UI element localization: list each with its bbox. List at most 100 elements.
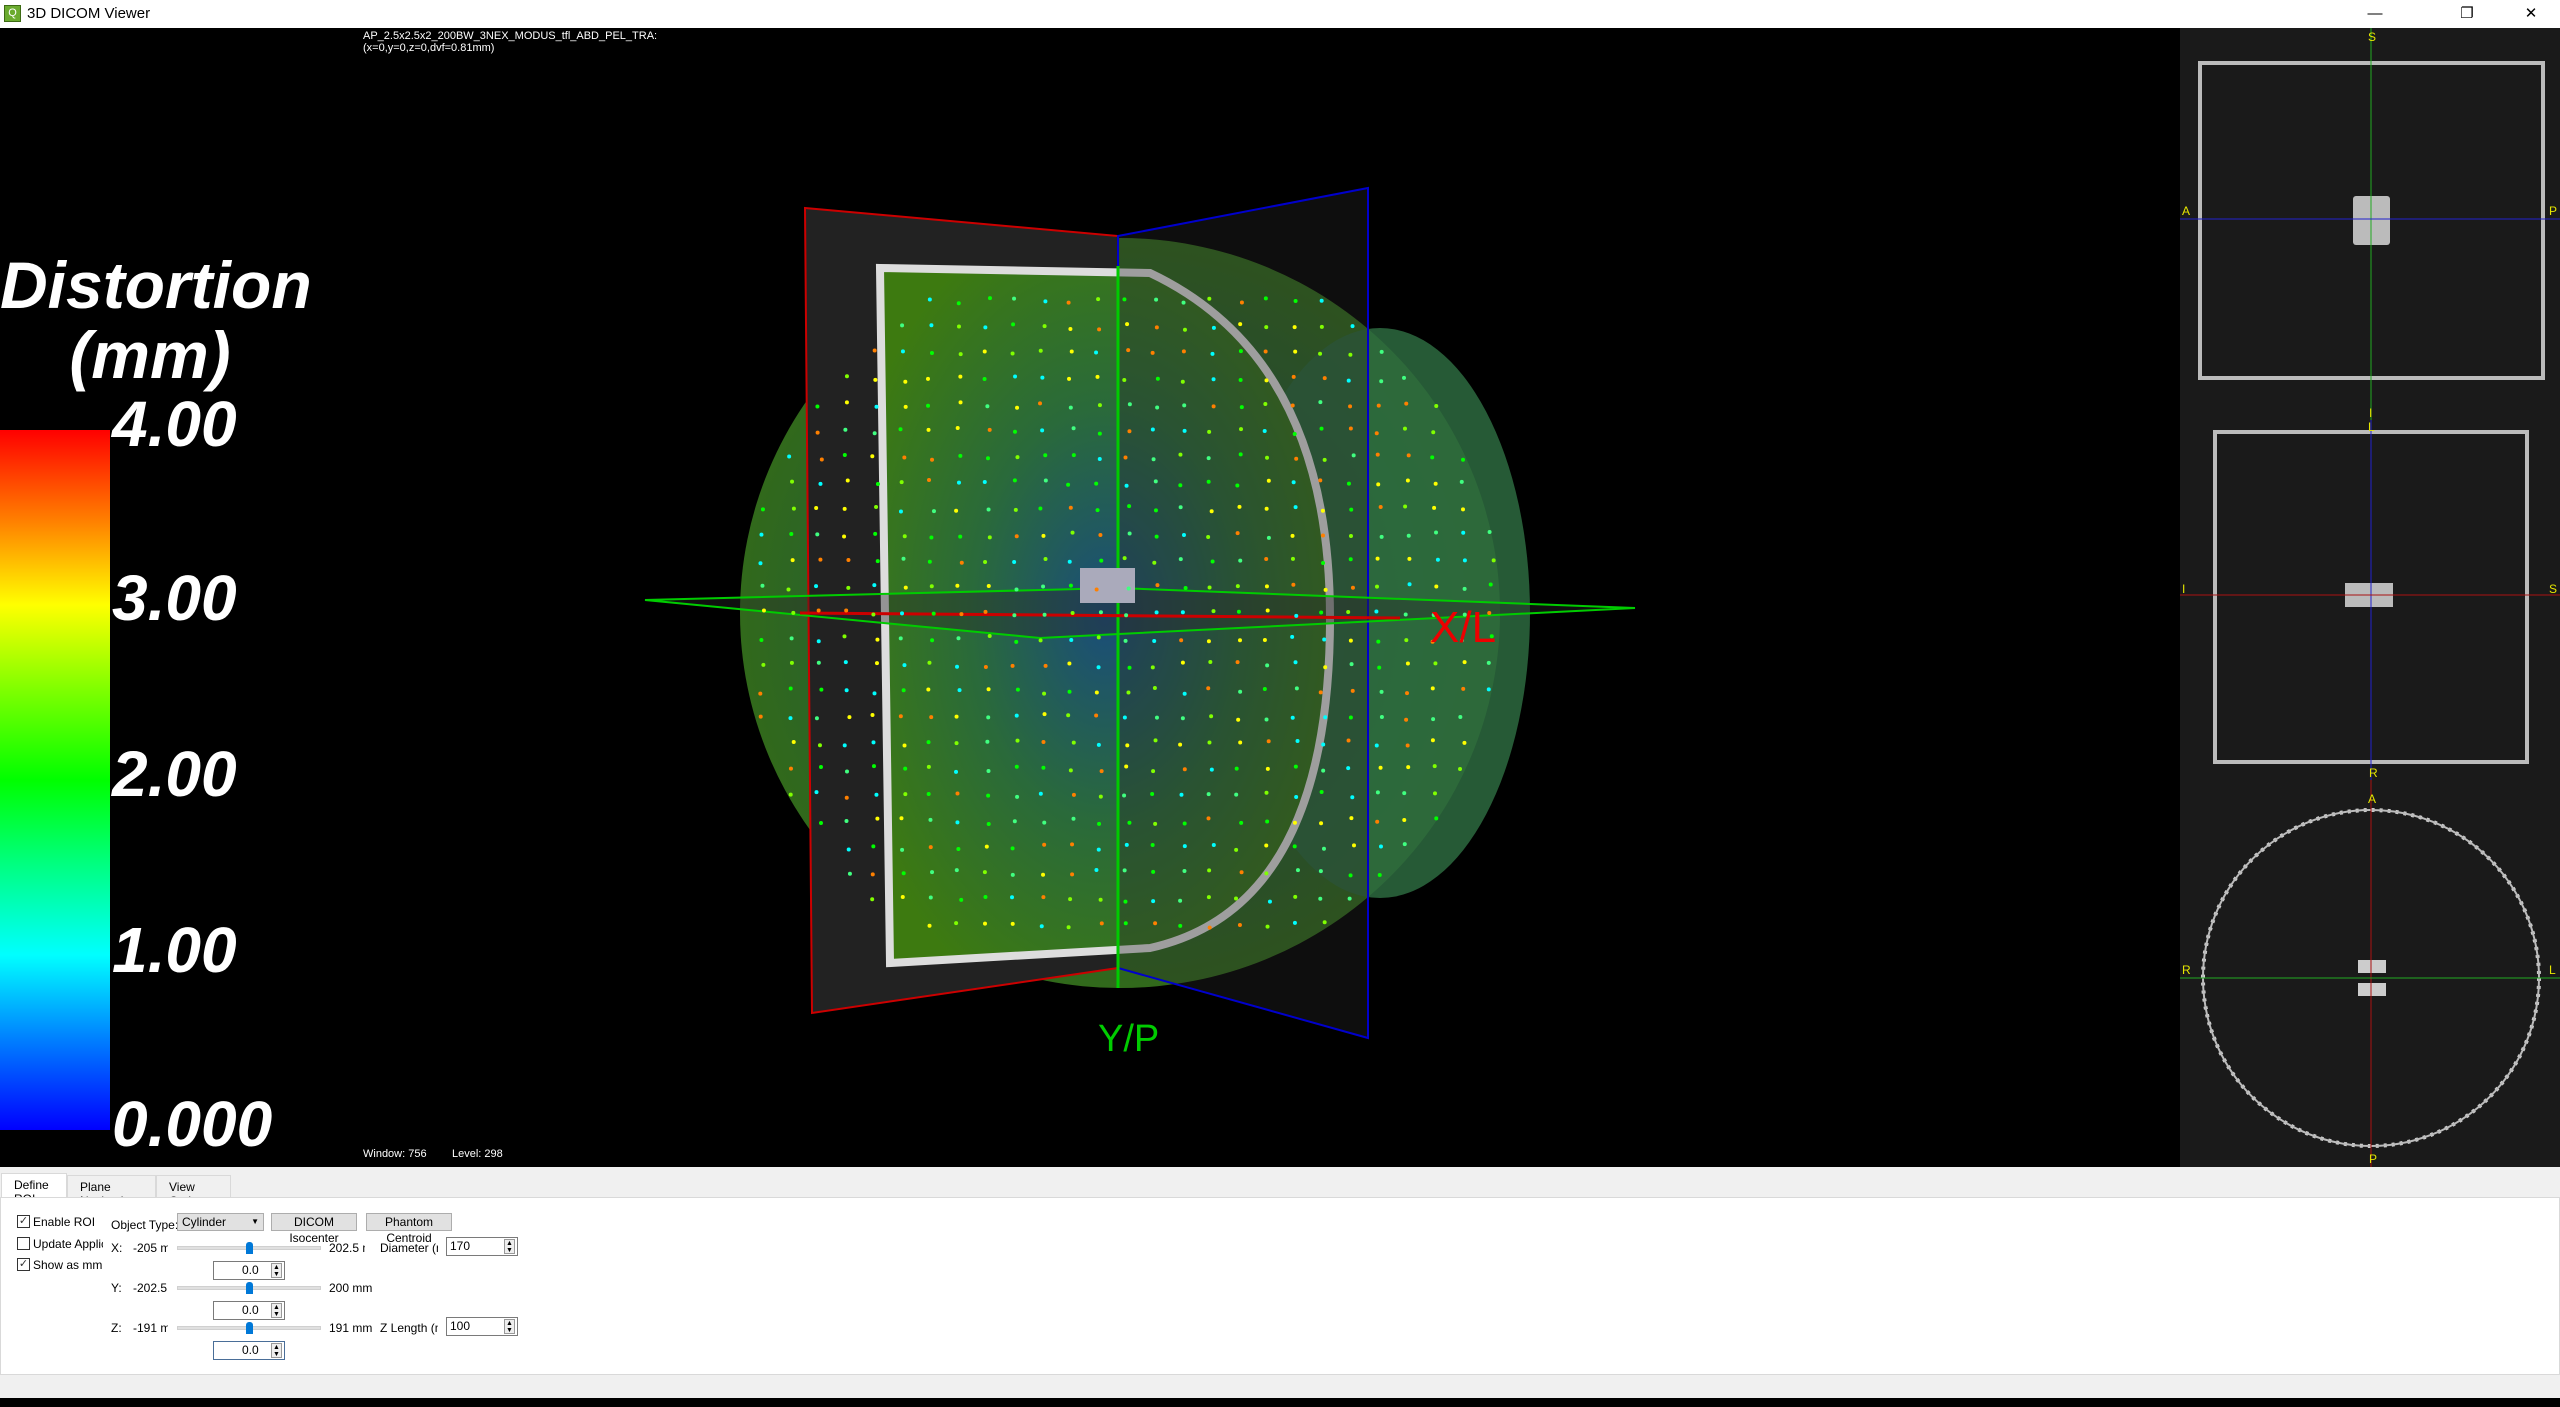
z-length-label: Z Length (mm <box>380 1321 438 1335</box>
control-point <box>814 790 819 795</box>
x-value-spinbox[interactable]: 0.0 ▲ ▼ <box>213 1261 285 1280</box>
control-point <box>1071 740 1076 745</box>
control-point <box>1435 557 1440 562</box>
control-point <box>1234 766 1239 771</box>
control-point <box>1238 689 1243 694</box>
control-point <box>1010 846 1015 851</box>
control-point <box>1038 401 1043 406</box>
control-point <box>1012 296 1017 301</box>
control-point <box>1155 376 1160 381</box>
orientation-label: L <box>2549 963 2556 977</box>
y-slider-thumb[interactable] <box>246 1282 253 1294</box>
orientation-label: R <box>2369 766 2378 780</box>
control-point <box>1182 327 1187 332</box>
dicom-isocenter-button[interactable]: DICOM Isocenter <box>271 1213 357 1245</box>
control-point <box>955 664 960 669</box>
z-slider-thumb[interactable] <box>246 1322 253 1334</box>
control-point <box>1069 349 1074 354</box>
control-point <box>1206 792 1211 797</box>
control-point <box>1042 324 1047 329</box>
legend-tick: 3.00 <box>112 562 237 634</box>
control-point <box>1178 505 1183 510</box>
control-point <box>1150 350 1155 355</box>
orientation-label: A <box>2182 204 2191 218</box>
control-point <box>1237 923 1242 928</box>
legend-tick: 1.00 <box>112 914 237 986</box>
tab-plane-navigation[interactable]: Plane Navigation <box>67 1175 156 1208</box>
control-point <box>1266 739 1271 744</box>
update-application-checkbox[interactable] <box>17 1237 30 1250</box>
spin-arrows-icon[interactable]: ▲ ▼ <box>271 1343 282 1358</box>
control-point <box>1152 638 1157 643</box>
control-point <box>1122 378 1127 383</box>
control-point <box>870 872 875 877</box>
spin-arrows-icon[interactable]: ▲ ▼ <box>271 1303 282 1318</box>
control-point <box>1211 377 1216 382</box>
spin-arrows-icon[interactable]: ▲ ▼ <box>504 1319 515 1334</box>
orientation-label: I <box>2369 406 2373 420</box>
control-point <box>1376 403 1381 408</box>
control-point <box>761 662 766 667</box>
spin-arrows-icon[interactable]: ▲ ▼ <box>504 1239 515 1254</box>
control-point <box>1379 379 1384 384</box>
control-point <box>1462 740 1467 745</box>
axial-view[interactable]: A R L P <box>2180 780 2560 1167</box>
z-length-spinbox[interactable]: 100 ▲ ▼ <box>446 1317 518 1336</box>
control-point <box>1346 766 1351 771</box>
control-point <box>815 532 820 537</box>
control-point <box>983 894 988 899</box>
control-point <box>1097 431 1102 436</box>
control-point <box>1237 504 1242 509</box>
restore-button[interactable]: ❐ <box>2444 0 2490 28</box>
control-point <box>958 453 963 458</box>
control-point <box>1462 586 1467 591</box>
control-point <box>1319 821 1324 826</box>
control-point <box>987 634 992 639</box>
show-as-mm-checkbox[interactable]: ✓ <box>17 1258 30 1271</box>
control-point <box>1348 534 1353 539</box>
3d-viewport[interactable]: AP_2.5x2.5x2_200BW_3NEX_MODUS_tfl_ABD_PE… <box>0 28 2180 1167</box>
control-point <box>986 507 991 512</box>
control-point <box>1041 872 1046 877</box>
control-point <box>870 454 875 459</box>
control-point <box>1123 899 1128 904</box>
control-point <box>1461 686 1466 691</box>
tab-define-roi[interactable]: Define ROI <box>1 1173 67 1206</box>
control-point <box>1375 556 1380 561</box>
control-point <box>1122 297 1127 302</box>
control-point <box>1374 743 1379 748</box>
close-button[interactable]: ✕ <box>2508 0 2554 28</box>
control-point <box>986 715 991 720</box>
sagittal-view[interactable]: S A P I <box>2180 28 2560 420</box>
phantom-centroid-button[interactable]: Phantom Centroid <box>366 1213 452 1245</box>
control-point <box>1097 456 1102 461</box>
z-value-spinbox[interactable]: 0.0 ▲ ▼ <box>213 1341 285 1360</box>
tab-view-options[interactable]: View Options <box>156 1175 231 1208</box>
control-point <box>1183 585 1188 590</box>
minimize-button[interactable]: — <box>2352 0 2398 28</box>
control-point <box>846 585 851 590</box>
enable-roi-checkbox[interactable]: ✓ <box>17 1215 30 1228</box>
control-point <box>1150 792 1155 797</box>
control-point <box>1071 792 1076 797</box>
control-point <box>1123 455 1128 460</box>
control-point <box>1123 638 1128 643</box>
control-point <box>1292 920 1297 925</box>
diameter-spinbox[interactable]: 170 ▲ ▼ <box>446 1237 518 1256</box>
spin-arrows-icon[interactable]: ▲ ▼ <box>271 1263 282 1278</box>
control-point <box>1178 898 1183 903</box>
y-value-spinbox[interactable]: 0.0 ▲ ▼ <box>213 1301 285 1320</box>
control-point <box>1127 402 1132 407</box>
update-application-label: Update Applicatic <box>33 1237 103 1251</box>
object-type-select[interactable]: Cylinder ▼ <box>177 1213 264 1231</box>
control-point <box>817 743 822 748</box>
control-point <box>898 714 903 719</box>
control-point <box>1066 925 1071 930</box>
coronal-view[interactable]: L I S R <box>2180 420 2560 780</box>
control-point <box>1181 532 1186 537</box>
control-point <box>1238 558 1243 563</box>
control-point <box>1239 820 1244 825</box>
control-point <box>1013 507 1018 512</box>
x-slider-thumb[interactable] <box>246 1242 253 1254</box>
control-point <box>1323 665 1328 670</box>
